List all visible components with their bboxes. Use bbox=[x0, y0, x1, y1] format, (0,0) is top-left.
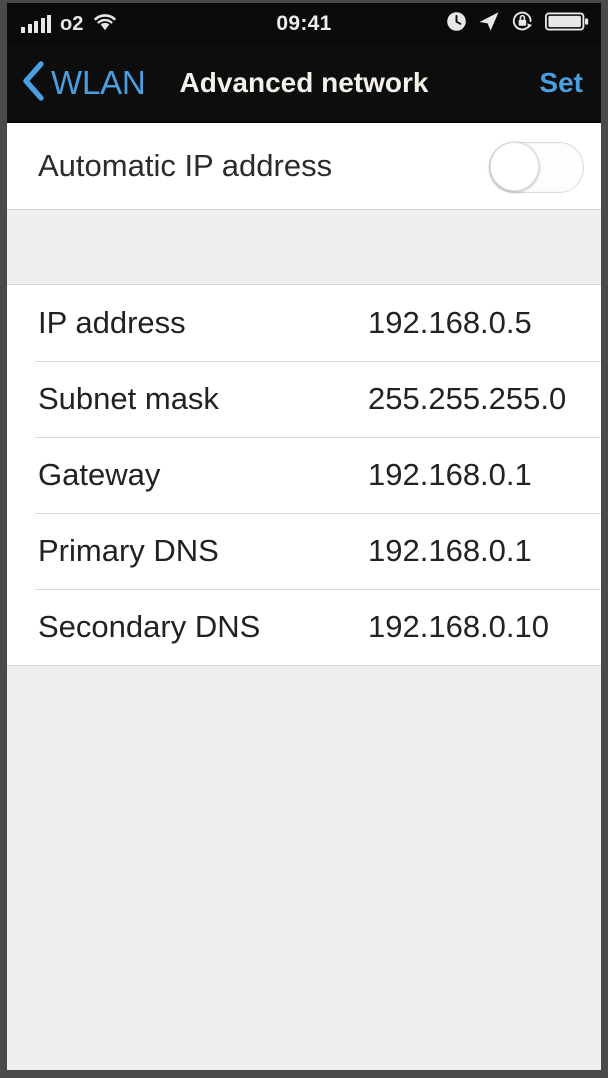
row-label: Subnet mask bbox=[38, 381, 219, 416]
row-value[interactable]: 192.168.0.1 bbox=[368, 457, 532, 493]
table-row[interactable]: IP address 192.168.0.5 bbox=[7, 285, 601, 361]
automatic-ip-address-toggle[interactable] bbox=[489, 142, 584, 193]
empty-area bbox=[7, 665, 601, 1032]
row-label: IP address bbox=[38, 305, 186, 340]
toggle-knob bbox=[490, 142, 539, 191]
table-row[interactable]: Secondary DNS 192.168.0.10 bbox=[7, 589, 601, 665]
section-spacer bbox=[7, 210, 601, 285]
table-row[interactable]: Subnet mask 255.255.255.0 bbox=[7, 361, 601, 437]
status-bar-right-group bbox=[446, 3, 589, 44]
status-bar: o2 09:41 bbox=[7, 3, 601, 44]
row-label: Secondary DNS bbox=[38, 609, 261, 644]
page-title: Advanced network bbox=[179, 67, 429, 98]
automatic-ip-address-label: Automatic IP address bbox=[38, 148, 333, 183]
location-arrow-icon bbox=[478, 11, 500, 37]
row-value[interactable]: 192.168.0.5 bbox=[368, 305, 532, 341]
row-label: Gateway bbox=[38, 457, 161, 492]
settings-content: Automatic IP address IP address 192.168.… bbox=[7, 123, 601, 1032]
table-row[interactable]: Primary DNS 192.168.0.1 bbox=[7, 513, 601, 589]
row-label: Primary DNS bbox=[38, 533, 219, 568]
navigation-bar: WLAN Advanced network Set bbox=[7, 44, 601, 123]
battery-icon bbox=[544, 11, 589, 37]
rotation-lock-icon bbox=[511, 10, 534, 37]
row-value[interactable]: 255.255.255.0 bbox=[368, 381, 566, 417]
set-button[interactable]: Set bbox=[539, 44, 583, 122]
phone-screen: o2 09:41 WLAN Advanced network Set Autom… bbox=[0, 0, 608, 1078]
automatic-ip-address-row[interactable]: Automatic IP address bbox=[7, 123, 601, 210]
row-value[interactable]: 192.168.0.1 bbox=[368, 533, 532, 569]
network-fields-list: IP address 192.168.0.5 Subnet mask 255.2… bbox=[7, 285, 601, 665]
row-value[interactable]: 192.168.0.10 bbox=[368, 609, 549, 645]
alarm-clock-icon bbox=[446, 11, 467, 37]
table-row[interactable]: Gateway 192.168.0.1 bbox=[7, 437, 601, 513]
